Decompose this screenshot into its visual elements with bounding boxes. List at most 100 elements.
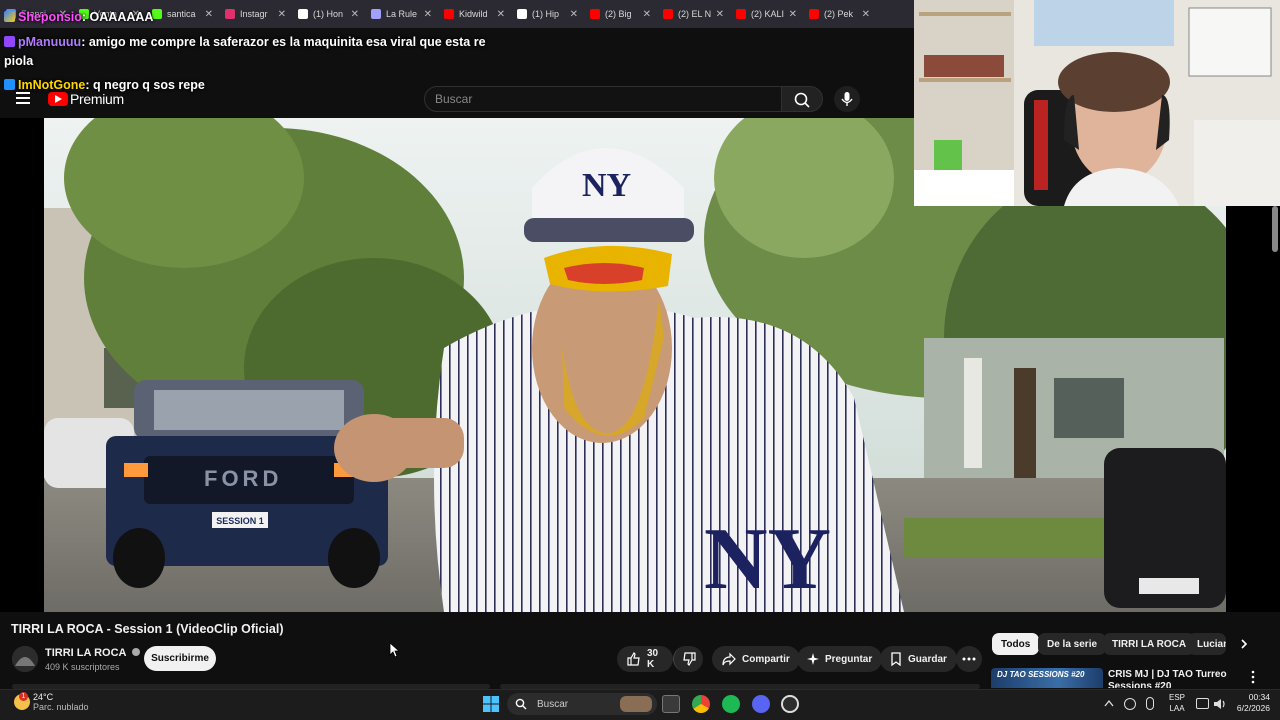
tab-close-icon[interactable]: ✕ [278,9,286,20]
share-button[interactable]: Compartir [712,646,800,672]
dislike-button[interactable] [673,646,703,672]
system-clock[interactable]: 00:34 6/2/2026 [1236,692,1270,714]
menu-icon[interactable] [16,92,30,104]
clock-date: 6/2/2026 [1236,703,1270,713]
chip-lucian[interactable]: Lucian [1188,633,1226,655]
search-input[interactable] [425,87,781,111]
chip-todos[interactable]: Todos [992,633,1040,655]
search-button[interactable] [781,86,823,112]
chip-serie[interactable]: De la serie [1038,633,1107,655]
taskbar-search-icon [515,698,527,710]
chat-username: ImNotGone [18,78,86,92]
volume-icon[interactable] [1213,697,1227,711]
browser-tab[interactable]: santica ✕ [146,0,219,28]
tab-favicon-icon [590,9,600,19]
more-vertical-icon[interactable] [1250,670,1256,684]
browser-tab[interactable]: La Rule ✕ [365,0,438,28]
save-button[interactable]: Guardar [880,646,957,672]
browser-tab[interactable]: (2) EL N ✕ [657,0,730,28]
temperature: 24°C [33,692,54,702]
youtube-premium-label[interactable]: Premium [70,91,124,107]
browser-tab[interactable]: Instagr ✕ [219,0,292,28]
save-label: Guardar [908,653,947,665]
video-title: TIRRI LA ROCA - Session 1 (VideoClip Ofi… [11,622,284,636]
thumbs-down-icon [683,652,696,666]
tab-title: (2) EL N [678,9,711,19]
webcam-image [914,0,1280,206]
browser-tab[interactable]: (2) KALI ✕ [730,0,803,28]
tab-close-icon[interactable]: ✕ [643,9,651,20]
language-bottom: LAA [1169,704,1185,713]
obs-icon[interactable] [781,695,799,713]
chat-username: pManuuuu [18,35,82,49]
windows-start-icon[interactable] [483,696,499,712]
browser-tab[interactable]: (1) Hon ✕ [292,0,365,28]
chat-message: pManuuuu: amigo me compre la saferazor e… [4,35,486,49]
browser-tab[interactable]: (2) Big ✕ [584,0,657,28]
weather-condition: Parc. nublado [33,702,89,712]
recommended-thumbnail[interactable]: DJ TAO SESSIONS #20 [991,668,1103,688]
channel-avatar[interactable] [12,646,38,672]
chip-channel[interactable]: TIRRI LA ROCA [1103,633,1196,655]
jersey-logo: NY [704,511,831,608]
youtube-logo-icon[interactable] [48,92,68,106]
tab-favicon-icon [225,9,235,19]
tab-close-icon[interactable]: ✕ [351,9,359,20]
share-label: Compartir [742,653,790,665]
network-tray-icon[interactable] [1124,698,1136,710]
share-icon [722,652,736,666]
voice-search-button[interactable] [834,86,860,112]
display-tray-icon[interactable] [1196,698,1209,709]
chat-badge-icon [4,11,15,22]
subscribe-button[interactable]: Suscribirme [144,646,216,671]
ask-button[interactable]: Preguntar [797,646,883,672]
weather-widget[interactable]: 24°C Parc. nublado [33,692,89,712]
cap-logo: NY [582,167,631,204]
search-box[interactable] [424,86,782,112]
tab-favicon-icon [517,9,527,19]
chat-message: Sheponsio: OAAAAAA [4,10,153,24]
taskbar-search-label: Buscar [537,698,569,710]
chrome-icon[interactable] [692,695,710,713]
tab-favicon-icon [371,9,381,19]
browser-tab[interactable]: Kidwild ✕ [438,0,511,28]
license-plate-text: SESSION 1 [216,516,264,526]
more-actions-button[interactable] [956,646,982,672]
file-explorer-icon[interactable] [662,695,680,713]
tab-favicon-icon [809,9,819,19]
tab-close-icon[interactable]: ✕ [570,9,578,20]
streamer-webcam [914,0,1280,206]
channel-name-text[interactable]: TIRRI LA ROCA [45,647,126,659]
clock-time: 00:34 [1248,692,1270,702]
browser-tab[interactable]: (1) Hip ✕ [511,0,584,28]
discord-icon[interactable] [752,695,770,713]
tab-favicon-icon [298,9,308,19]
like-button[interactable]: 30 K [617,646,673,672]
tab-title: La Rule [386,9,418,19]
recommended-title[interactable]: CRIS MJ | DJ TAO Turreo Sessions #20 [1108,669,1238,688]
ask-label: Preguntar [825,653,873,665]
tab-close-icon[interactable]: ✕ [424,9,432,20]
browser-tab[interactable]: (2) Pek ✕ [803,0,876,28]
truck-grille-text: FORD [204,466,282,491]
tab-title: Instagr [240,9,268,19]
verified-icon [132,648,141,656]
chevron-up-icon[interactable] [1104,699,1114,707]
chat-badge-icon [4,79,15,90]
mic-tray-icon[interactable] [1146,697,1154,710]
chat-badge-icon [4,36,15,47]
chevron-right-icon[interactable] [1238,638,1250,650]
tab-close-icon[interactable]: ✕ [716,9,724,20]
tab-title: (2) Big [605,9,632,19]
tab-close-icon[interactable]: ✕ [497,9,505,20]
tab-close-icon[interactable]: ✕ [205,9,213,20]
tab-close-icon[interactable]: ✕ [789,9,797,20]
chat-text: : OAAAAAA [81,10,154,24]
spotify-icon[interactable] [722,695,740,713]
tab-favicon-icon [444,9,454,19]
channel-name[interactable]: TIRRI LA ROCA [45,647,141,659]
tab-close-icon[interactable]: ✕ [862,9,870,20]
language-indicator[interactable]: ESP LAA [1166,692,1188,714]
chat-text: : q negro q sos repe [85,78,205,92]
page-scrollbar[interactable] [1272,206,1278,252]
